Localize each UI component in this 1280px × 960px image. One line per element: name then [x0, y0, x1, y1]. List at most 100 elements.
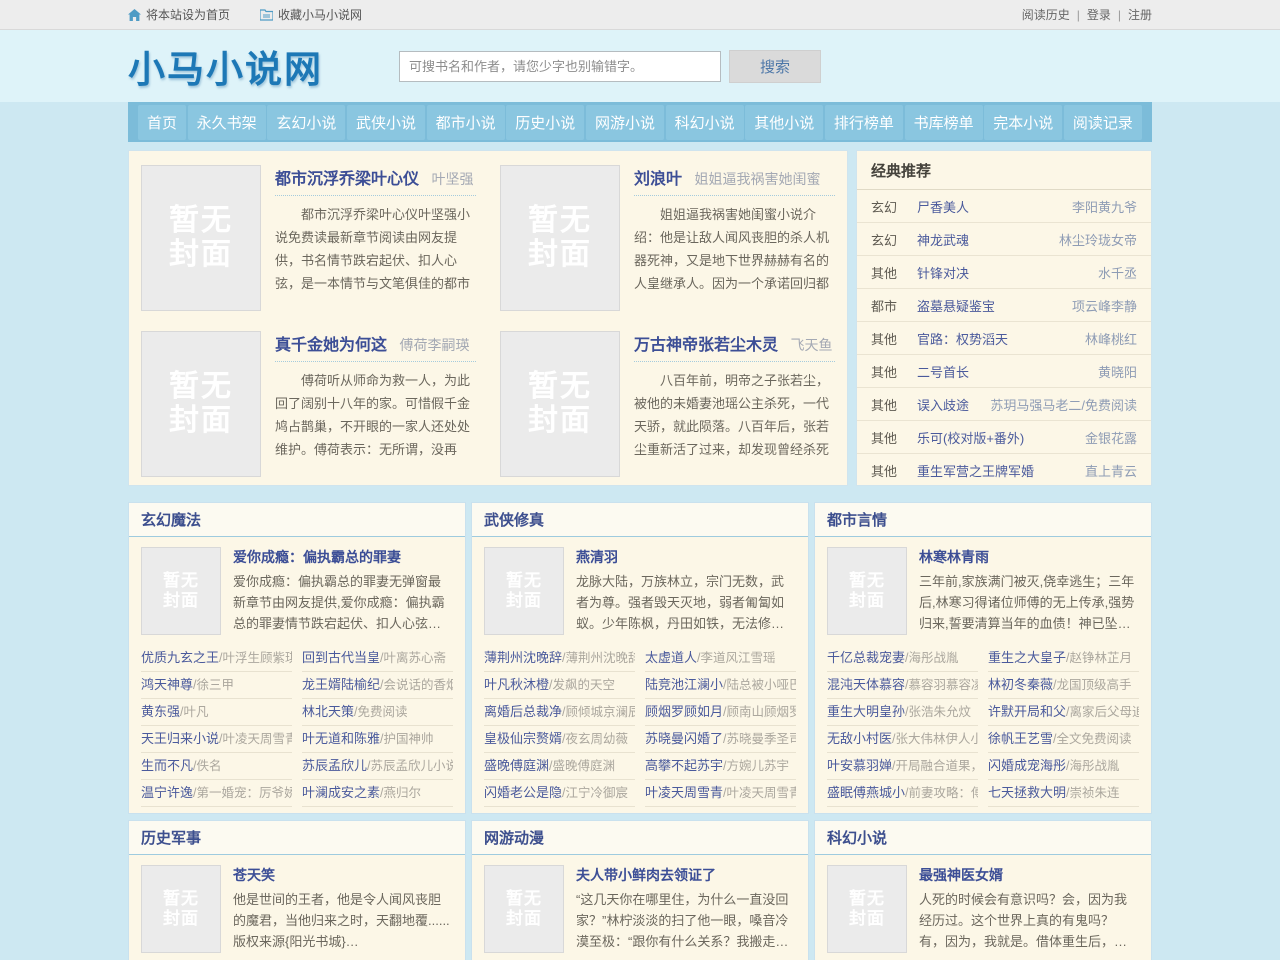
book-cover-placeholder[interactable]: 暂无 封面: [141, 865, 221, 953]
book-list-item[interactable]: 无敌小村医/张大伟林伊人小: [827, 726, 978, 753]
nav-item[interactable]: 科幻小说: [666, 105, 744, 140]
book-title-link[interactable]: 燕清羽: [576, 547, 796, 567]
recommend-category-link[interactable]: 其他: [871, 461, 917, 480]
book-cover-placeholder[interactable]: 暂无 封面: [500, 331, 620, 477]
search-button[interactable]: 搜索: [729, 50, 821, 83]
book-cover-placeholder[interactable]: 暂无 封面: [484, 865, 564, 953]
book-list-item[interactable]: 闪婚成宠海彤/海彤战胤: [988, 753, 1139, 780]
book-list-item[interactable]: 叶凌天周雪青/叶凌天周雪青: [645, 780, 796, 807]
recommend-title-link[interactable]: 官路：权势滔天: [917, 329, 1079, 348]
book-title-link[interactable]: 真千金她为何这: [275, 337, 387, 354]
register-link[interactable]: 注册: [1128, 6, 1152, 23]
book-list-item[interactable]: 闪婚老公是隐/江宁冷御宸: [484, 780, 635, 807]
book-list-item[interactable]: 龙王婿陆榆纪/会说话的香烟: [302, 672, 453, 699]
book-title-link[interactable]: 最强神医女婿: [919, 865, 1139, 885]
book-list-item[interactable]: 鸿天神尊/徐三甲: [141, 672, 292, 699]
book-list-item[interactable]: 温宁许逸/第一婚宠：厉爷娇: [141, 780, 292, 807]
book-cover-placeholder[interactable]: 暂无 封面: [500, 165, 620, 311]
book-title-link[interactable]: 爱你成瘾：偏执霸总的罪妻: [233, 547, 453, 567]
book-list-author: 徐三甲: [197, 678, 235, 692]
book-list-item[interactable]: 许默开局和父/离家后父母追: [988, 699, 1139, 726]
recommend-category-link[interactable]: 其他: [871, 263, 917, 282]
recommend-category-link[interactable]: 其他: [871, 329, 917, 348]
book-list-title: 盛晚傅庭渊: [484, 758, 549, 773]
book-list-item[interactable]: 黄东强/叶凡: [141, 699, 292, 726]
recommend-title-link[interactable]: 神龙武魂: [917, 230, 1053, 249]
book-list-item[interactable]: 重生之大皇子/赵铮林芷月: [988, 645, 1139, 672]
book-description: 龙脉大陆，万族林立，宗门无数，武者为尊。强者毁天灭地，弱者匍匐如蚁。少年陈枫，丹…: [576, 571, 796, 634]
book-list-item[interactable]: 回到古代当皇/叶离苏心斋: [302, 645, 453, 672]
book-list-item[interactable]: 重生大明皇孙/张浩朱允炆: [827, 699, 978, 726]
nav-item[interactable]: 网游小说: [586, 105, 664, 140]
book-list-item[interactable]: 千亿总裁宠妻/海彤战胤: [827, 645, 978, 672]
recommend-title-link[interactable]: 误入歧途: [917, 395, 984, 414]
recommend-category-link[interactable]: 都市: [871, 296, 917, 315]
book-cover-placeholder[interactable]: 暂无 封面: [141, 165, 261, 311]
book-list-item[interactable]: 皇极仙宗赘婿/夜玄周幼薇: [484, 726, 635, 753]
recommend-title-link[interactable]: 乐可(校对版+番外): [917, 428, 1079, 447]
book-list-item[interactable]: 七天拯救大明/崇祯朱连: [988, 780, 1139, 807]
favorite-site-link[interactable]: 收藏小马小说网: [260, 6, 362, 23]
nav-item[interactable]: 其他小说: [745, 105, 823, 140]
recommend-author: 李阳黄九爷: [1072, 197, 1137, 216]
recommend-title-link[interactable]: 针锋对决: [917, 263, 1092, 282]
book-list-item[interactable]: 盛晚傅庭渊/盛晚傅庭渊: [484, 753, 635, 780]
recommend-category-link[interactable]: 其他: [871, 428, 917, 447]
book-list-item[interactable]: 盛眠傅燕城小/前妻攻略：傅: [827, 780, 978, 807]
nav-item[interactable]: 都市小说: [427, 105, 505, 140]
book-cover-placeholder[interactable]: 暂无 封面: [141, 547, 221, 635]
book-list-item[interactable]: 离婚后总裁净/顾倾城京澜辰: [484, 699, 635, 726]
book-title-link[interactable]: 夫人带小鲜肉去领证了: [576, 865, 796, 885]
book-cover-placeholder[interactable]: 暂无 封面: [827, 547, 907, 635]
book-cover-placeholder[interactable]: 暂无 封面: [141, 331, 261, 477]
book-title-link[interactable]: 万古神帝张若尘木灵: [634, 337, 778, 354]
nav-item[interactable]: 首页: [138, 105, 186, 140]
recommend-category-link[interactable]: 玄幻: [871, 230, 917, 249]
recommend-title-link[interactable]: 盗墓悬疑鉴宝: [917, 296, 1066, 315]
book-list-item[interactable]: 优质九玄之王/叶浮生顾紫琪: [141, 645, 292, 672]
book-list-item[interactable]: 林初冬秦薇/龙国顶级高手: [988, 672, 1139, 699]
book-list-item[interactable]: 叶澜成安之素/燕归尔: [302, 780, 453, 807]
book-list-item[interactable]: 混沌天体慕容/慕容羽慕容凌: [827, 672, 978, 699]
search-input[interactable]: [399, 51, 721, 82]
book-list-item[interactable]: 苏辰孟欣儿/苏辰孟欣儿小说: [302, 753, 453, 780]
book-list-item[interactable]: 太虚道人/李道风江雪瑶: [645, 645, 796, 672]
book-list-item[interactable]: 林北天策/免费阅读: [302, 699, 453, 726]
book-title-link[interactable]: 苍天笑: [233, 865, 453, 885]
book-cover-placeholder[interactable]: 暂无 封面: [827, 865, 907, 953]
nav-item[interactable]: 历史小说: [506, 105, 584, 140]
recommend-category-link[interactable]: 其他: [871, 362, 917, 381]
book-title-link[interactable]: 林寒林青雨: [919, 547, 1139, 567]
book-list-item[interactable]: 天王归来小说/叶凌天周雪青: [141, 726, 292, 753]
recommend-title-link[interactable]: 重生军营之王牌军婚: [917, 461, 1079, 480]
book-cover-placeholder[interactable]: 暂无 封面: [484, 547, 564, 635]
book-title-link[interactable]: 刘浪叶: [634, 171, 682, 188]
recommend-title-link[interactable]: 尸香美人: [917, 197, 1066, 216]
nav-item[interactable]: 完本小说: [984, 105, 1062, 140]
no-cover-line1: 暂无: [169, 204, 233, 238]
book-list-item[interactable]: 高攀不起苏宇/方婉儿苏宇: [645, 753, 796, 780]
recommend-category-link[interactable]: 玄幻: [871, 197, 917, 216]
book-list-item[interactable]: 叶无道和陈雅/护国神帅: [302, 726, 453, 753]
nav-item[interactable]: 书库榜单: [905, 105, 983, 140]
book-list-item[interactable]: 薄荆州沈晚辞/薄荆州沈晚辞: [484, 645, 635, 672]
book-list-item[interactable]: 苏晓曼闪婚了/苏晓曼季圣司: [645, 726, 796, 753]
set-homepage-link[interactable]: 将本站设为首页: [128, 6, 230, 23]
book-list-item[interactable]: 叶安慕羽婵/开局融合道果，: [827, 753, 978, 780]
nav-item[interactable]: 阅读记录: [1064, 105, 1142, 140]
book-list-item[interactable]: 顾烟罗顾如月/顾南山顾烟罗: [645, 699, 796, 726]
nav-item[interactable]: 武侠小说: [347, 105, 425, 140]
recommend-category-link[interactable]: 其他: [871, 395, 917, 414]
book-title-link[interactable]: 都市沉浮乔梁叶心仪: [275, 171, 419, 188]
recommend-title-link[interactable]: 二号首长: [917, 362, 1092, 381]
reading-history-link[interactable]: 阅读历史: [1022, 6, 1070, 23]
site-logo[interactable]: 小马小说网: [128, 39, 323, 93]
book-list-item[interactable]: 生而不凡/佚名: [141, 753, 292, 780]
book-list-item[interactable]: 陆竞池江澜小/陆总被小哑巴: [645, 672, 796, 699]
nav-item[interactable]: 玄幻小说: [267, 105, 345, 140]
nav-item[interactable]: 排行榜单: [825, 105, 903, 140]
book-list-item[interactable]: 叶凡秋沐橙/发飙的天空: [484, 672, 635, 699]
login-link[interactable]: 登录: [1087, 6, 1111, 23]
nav-item[interactable]: 永久书架: [188, 105, 266, 140]
book-list-item[interactable]: 徐帆王艺雪/全文免费阅读: [988, 726, 1139, 753]
